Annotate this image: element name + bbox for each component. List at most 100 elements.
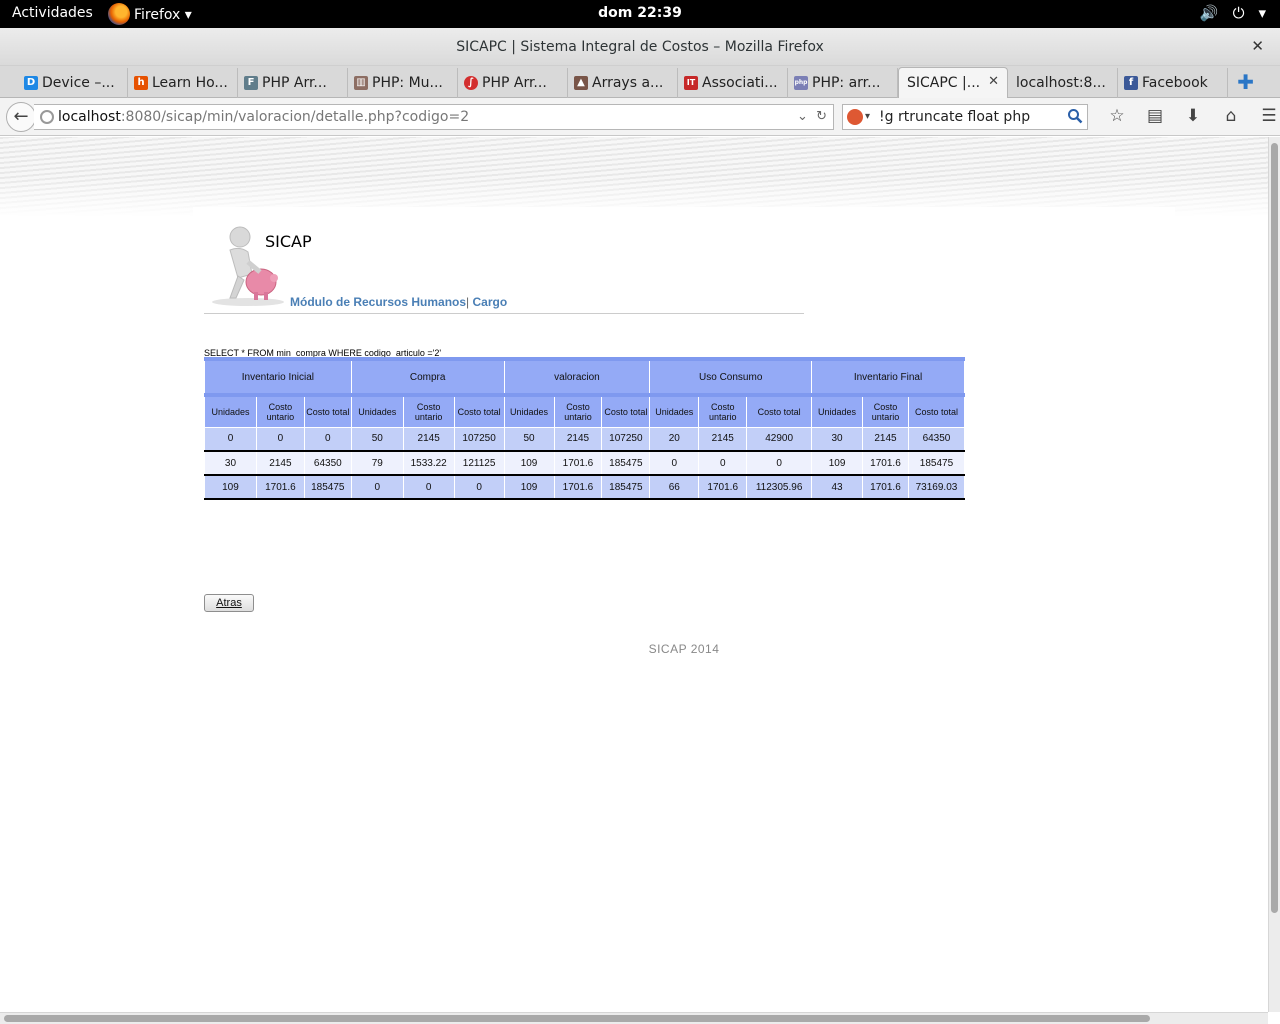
column-header: Costo total: [453, 395, 505, 428]
table-cell: 30: [811, 427, 864, 452]
tab-favicon-icon: IT: [684, 76, 698, 90]
chevron-down-icon[interactable]: ▾: [1258, 4, 1266, 22]
tab-label: Learn Ho...: [152, 75, 228, 91]
table-cell: 1701.6: [698, 475, 748, 500]
back-button[interactable]: Atras: [204, 594, 254, 612]
table-cell: 109: [204, 475, 257, 500]
tab-facebook[interactable]: f Facebook: [1118, 68, 1228, 98]
tab-label: Associati...: [702, 75, 778, 91]
table-cell: 1701.6: [553, 475, 603, 500]
table-cell: 2145: [402, 427, 455, 452]
tab-label: PHP Arr...: [482, 75, 547, 91]
horizontal-scrollbar[interactable]: [0, 1012, 1268, 1024]
table-row: 0 0 0 50 2145 107250 50 2145 107250 20 2…: [204, 427, 966, 452]
url-controls[interactable]: ⌄ ↻: [797, 105, 827, 129]
table-cell: 0: [303, 427, 352, 452]
chevron-down-icon[interactable]: ▾: [865, 105, 870, 129]
table-cell: 43: [811, 475, 864, 500]
page-content: SICAP Módulo de Recursos Humanos| Cargo …: [193, 207, 1175, 1007]
download-icon[interactable]: ⬇: [1174, 106, 1212, 126]
vertical-scrollbar[interactable]: [1268, 137, 1280, 1012]
back-arrow-icon[interactable]: ←: [6, 102, 36, 132]
column-header: Costo untario: [862, 395, 909, 428]
table-cell: 2145: [255, 451, 305, 476]
valuation-table: Inventario Inicial Compra valoracion Uso…: [204, 357, 966, 500]
table-cell: 50: [503, 427, 555, 452]
table-cell: 73169.03: [907, 475, 966, 500]
toolbar-icons: ☆ ▤ ⬇ ⌂ ☰: [1098, 106, 1280, 126]
cargo-link[interactable]: Cargo: [473, 295, 508, 309]
window-titlebar: SICAPC | Sistema Integral de Costos – Mo…: [0, 28, 1280, 66]
column-header: Costo untario: [698, 395, 748, 428]
tab-localhost[interactable]: localhost:8...: [1008, 68, 1118, 98]
table-cell: 109: [503, 451, 555, 476]
tab-learn-how[interactable]: h Learn Ho...: [128, 68, 238, 98]
table-cell: 2145: [862, 427, 909, 452]
table-cell: 0: [698, 451, 748, 476]
power-icon[interactable]: ⏻: [1233, 4, 1245, 22]
tab-label: SICAPC |...: [907, 75, 981, 91]
close-window-icon[interactable]: ✕: [1251, 37, 1264, 55]
tab-sicapc[interactable]: SICAPC |... ✕: [898, 67, 1008, 98]
menu-icon[interactable]: ☰: [1250, 106, 1280, 126]
page-viewport: SICAP Módulo de Recursos Humanos| Cargo …: [0, 137, 1268, 1012]
table-cell: 42900: [746, 427, 813, 452]
table-cell: 185475: [907, 451, 966, 476]
logo-text: SICAP: [265, 232, 312, 251]
header-links: Módulo de Recursos Humanos| Cargo: [290, 295, 507, 309]
vertical-scroll-thumb[interactable]: [1271, 143, 1278, 913]
new-tab-icon[interactable]: ✚: [1237, 70, 1254, 94]
reading-list-icon[interactable]: ▤: [1136, 106, 1174, 126]
table-cell: 185475: [601, 451, 651, 476]
url-path: :8080/sicap/min/valoracion/detalle.php?c…: [120, 109, 470, 125]
column-header: Costo total: [907, 395, 966, 428]
table-cell: 0: [402, 475, 455, 500]
table-cell: 30: [204, 451, 257, 476]
table-cell: 1701.6: [862, 475, 909, 500]
home-icon[interactable]: ⌂: [1212, 106, 1250, 126]
volume-icon[interactable]: 🔊: [1200, 4, 1219, 22]
tab-php-arr[interactable]: php PHP: arr...: [788, 68, 898, 98]
bookmark-star-icon[interactable]: ☆: [1098, 106, 1136, 126]
close-tab-icon[interactable]: ✕: [988, 74, 999, 89]
url-host: localhost: [58, 109, 121, 125]
search-input[interactable]: ▾ !g rtruncate float php: [842, 104, 1088, 130]
table-cell: 1701.6: [862, 451, 909, 476]
tab-associative[interactable]: IT Associati...: [678, 68, 788, 98]
url-bar[interactable]: localhost:8080/sicap/min/valoracion/deta…: [34, 104, 834, 130]
tab-favicon-icon: F: [244, 76, 258, 90]
search-icon[interactable]: [1067, 108, 1083, 124]
column-header: Costo untario: [402, 395, 455, 428]
table-cell: 121125: [453, 451, 505, 476]
tab-arrays[interactable]: ▲ Arrays a...: [568, 68, 678, 98]
tab-php-multi[interactable]: ▥ PHP: Mu...: [348, 68, 458, 98]
column-header: Costo total: [303, 395, 352, 428]
group-header: Uso Consumo: [649, 357, 813, 397]
horizontal-scroll-thumb[interactable]: [4, 1015, 1150, 1022]
duckduckgo-icon[interactable]: [847, 109, 863, 125]
table-cell: 1701.6: [553, 451, 603, 476]
tab-favicon-icon: ▥: [354, 76, 368, 90]
clock[interactable]: dom 22:39: [0, 5, 1280, 21]
tab-device[interactable]: D Device –...: [18, 68, 128, 98]
group-header: Compra: [350, 357, 505, 397]
tab-favicon-icon: ▲: [574, 76, 588, 90]
system-tray[interactable]: 🔊 ⏻ ▾: [1200, 4, 1266, 22]
tab-favicon-icon: h: [134, 76, 148, 90]
table-cell: 64350: [907, 427, 966, 452]
table-cell: 107250: [601, 427, 651, 452]
table-cell: 66: [649, 475, 700, 500]
tab-favicon-icon: php: [794, 76, 808, 90]
table-cell: 112305.96: [746, 475, 813, 500]
table-cell: 1533.22: [402, 451, 455, 476]
table-cell: 0: [746, 451, 813, 476]
module-link[interactable]: Módulo de Recursos Humanos: [290, 295, 466, 309]
system-top-bar: Actividades Firefox ▾ dom 22:39 🔊 ⏻ ▾: [0, 0, 1280, 28]
group-header: valoracion: [503, 357, 651, 397]
tab-php-arrays-2[interactable]: ∫ PHP Arr...: [458, 68, 568, 98]
column-header: Unidades: [503, 395, 555, 428]
tab-strip: D Device –... h Learn Ho... F PHP Arr...…: [0, 66, 1280, 98]
tab-php-arrays-1[interactable]: F PHP Arr...: [238, 68, 348, 98]
tab-favicon-icon: f: [1124, 76, 1138, 90]
table-cell: 185475: [601, 475, 651, 500]
